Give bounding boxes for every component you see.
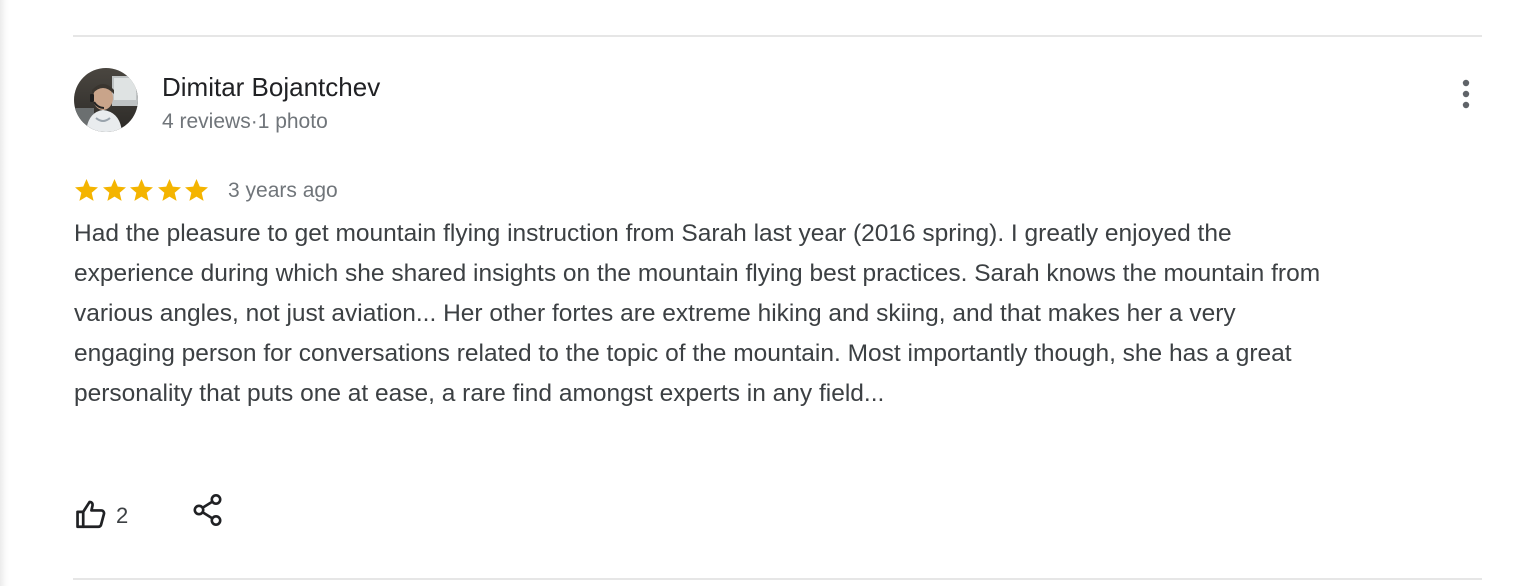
star-rating xyxy=(73,174,211,206)
bottom-divider xyxy=(73,578,1482,580)
star-icon xyxy=(157,178,181,201)
review-time: 3 years ago xyxy=(228,179,338,202)
more-vertical-icon xyxy=(1462,79,1470,109)
avatar[interactable] xyxy=(74,68,138,132)
share-icon xyxy=(193,494,222,526)
author-meta: 4 reviews·1 photo xyxy=(162,110,328,133)
review-text: Had the pleasure to get mountain flying … xyxy=(74,220,1321,407)
more-options-button[interactable] xyxy=(1447,74,1485,114)
author-name[interactable]: Dimitar Bojantchev xyxy=(162,72,380,103)
window-left-edge xyxy=(0,0,9,586)
star-icon xyxy=(185,178,208,201)
like-button[interactable]: 2 xyxy=(74,494,128,534)
star-icon xyxy=(102,178,126,201)
star-icon xyxy=(75,178,98,201)
star-icon xyxy=(130,178,153,201)
like-count: 2 xyxy=(116,503,129,528)
top-divider xyxy=(73,35,1482,37)
avatar-photo-icon xyxy=(74,68,138,132)
thumbs-up-icon xyxy=(76,500,106,529)
share-button[interactable] xyxy=(190,492,226,528)
